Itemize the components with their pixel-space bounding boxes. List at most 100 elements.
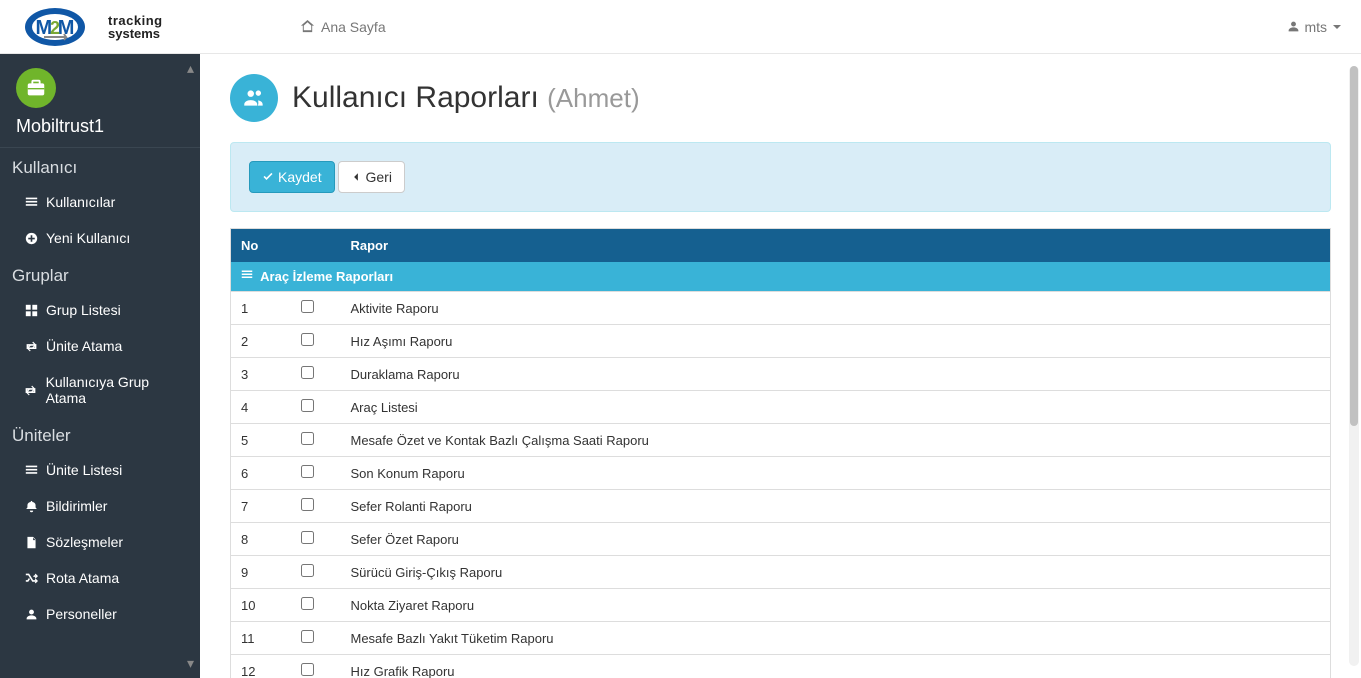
col-rapor: Rapor [341,229,1331,263]
row-checkbox[interactable] [301,399,314,412]
sidebar-item-unite-listesi[interactable]: Ünite Listesi [0,452,200,488]
table-row: 4Araç Listesi [231,391,1331,424]
row-check-cell [291,358,341,391]
section-row: Araç İzleme Raporları [231,262,1331,292]
user-icon [24,608,38,621]
svg-text:2: 2 [50,18,60,38]
row-checkbox[interactable] [301,333,314,346]
sidebar-item-bildirimler[interactable]: Bildirimler [0,488,200,524]
logo-sub1: tracking [108,14,163,27]
table-row: 8 Sefer Özet Raporu [231,523,1331,556]
user-menu-label: mts [1304,19,1327,35]
row-no: 8 [231,523,291,556]
back-button-label: Geri [365,169,391,185]
nav-section-uniteler: Üniteler [0,416,200,452]
sidebar-item-kullanicilar[interactable]: Kullanıcılar [0,184,200,220]
list-icon [241,269,253,284]
col-check [291,229,341,263]
reports-table: No Rapor Araç İzleme Raporları 1Aktivite… [230,228,1331,678]
row-name: Mesafe Özet ve Kontak Bazlı Çalışma Saat… [341,424,1331,457]
scroll-up-icon[interactable]: ▴ [187,60,194,77]
row-no: 2 [231,325,291,358]
table-row: 9Sürücü Giriş-Çıkış Raporu [231,556,1331,589]
row-checkbox[interactable] [301,531,314,544]
users-icon [230,74,278,122]
sidebar-item-unite-atama[interactable]: Ünite Atama [0,328,200,364]
back-button[interactable]: Geri [338,161,404,193]
scrollbar[interactable] [1349,66,1359,666]
row-check-cell [291,424,341,457]
sidebar: ▴ Mobiltrust1 Kullanıcı Kullanıcılar Yen… [0,54,200,678]
user-menu[interactable]: mts [1287,19,1341,35]
table-row: 2 Hız Aşımı Raporu [231,325,1331,358]
row-check-cell [291,556,341,589]
table-row: 10Nokta Ziyaret Raporu [231,589,1331,622]
retweet-icon [24,340,38,353]
plus-circle-icon [24,232,38,245]
save-button[interactable]: Kaydet [249,161,335,193]
row-name: Hız Grafik Raporu [341,655,1331,678]
row-name: Hız Aşımı Raporu [341,325,1331,358]
page-header: Kullanıcı Raporları (Ahmet) [230,74,1331,122]
sidebar-item-label: Ünite Atama [46,338,122,354]
sidebar-item-sozlesmeler[interactable]: Sözleşmeler [0,524,200,560]
row-check-cell [291,622,341,655]
random-icon [24,572,38,585]
row-check-cell [291,490,341,523]
file-icon [24,536,38,549]
scrollbar-thumb[interactable] [1350,66,1358,426]
section-title: Araç İzleme Raporları [260,269,393,284]
sidebar-item-kullaniciya-grup-atama[interactable]: Kullanıcıya Grup Atama [0,364,200,416]
page-title: Kullanıcı Raporları (Ahmet) [292,81,640,115]
table-row: 3Duraklama Raporu [231,358,1331,391]
row-checkbox[interactable] [301,663,314,676]
row-checkbox[interactable] [301,300,314,313]
nav-home[interactable]: Ana Sayfa [300,19,386,35]
nav-home-label: Ana Sayfa [321,19,386,35]
home-icon [300,19,315,34]
row-checkbox[interactable] [301,630,314,643]
table-row: 11Mesafe Bazlı Yakıt Tüketim Raporu [231,622,1331,655]
account-name: Mobiltrust1 [16,116,184,137]
sidebar-item-yeni-kullanici[interactable]: Yeni Kullanıcı [0,220,200,256]
page-subtitle: (Ahmet) [547,83,639,113]
row-checkbox[interactable] [301,366,314,379]
row-checkbox[interactable] [301,597,314,610]
save-button-label: Kaydet [278,169,322,185]
row-name: Son Konum Raporu [341,457,1331,490]
sidebar-item-label: Bildirimler [46,498,107,514]
action-panel: Kaydet Geri [230,142,1331,212]
row-checkbox[interactable] [301,498,314,511]
scroll-down-icon[interactable]: ▾ [187,655,194,672]
chevron-left-icon [351,171,361,183]
list-icon [24,464,38,477]
table-row: 12 Hız Grafik Raporu [231,655,1331,678]
logo-m2m: M M 2 [20,5,100,49]
sidebar-item-rota-atama[interactable]: Rota Atama [0,560,200,596]
nav-section-gruplar: Gruplar [0,256,200,292]
row-no: 11 [231,622,291,655]
table-row: 5 Mesafe Özet ve Kontak Bazlı Çalışma Saa… [231,424,1331,457]
row-name: Araç Listesi [341,391,1331,424]
row-no: 3 [231,358,291,391]
row-checkbox[interactable] [301,432,314,445]
sidebar-item-grup-listesi[interactable]: Grup Listesi [0,292,200,328]
sidebar-item-personeller[interactable]: Personeller [0,596,200,632]
page-title-text: Kullanıcı Raporları [292,81,539,114]
row-name: Aktivite Raporu [341,292,1331,325]
row-checkbox[interactable] [301,564,314,577]
row-name: Sefer Özet Raporu [341,523,1331,556]
row-no: 5 [231,424,291,457]
row-check-cell [291,523,341,556]
row-check-cell [291,292,341,325]
row-name: Sefer Rolanti Raporu [341,490,1331,523]
sidebar-item-label: Rota Atama [46,570,119,586]
row-check-cell [291,457,341,490]
list-icon [24,196,38,209]
row-no: 6 [231,457,291,490]
row-no: 12 [231,655,291,678]
user-icon [1287,20,1300,33]
row-checkbox[interactable] [301,465,314,478]
caret-down-icon [1333,25,1341,29]
avatar [16,68,56,108]
